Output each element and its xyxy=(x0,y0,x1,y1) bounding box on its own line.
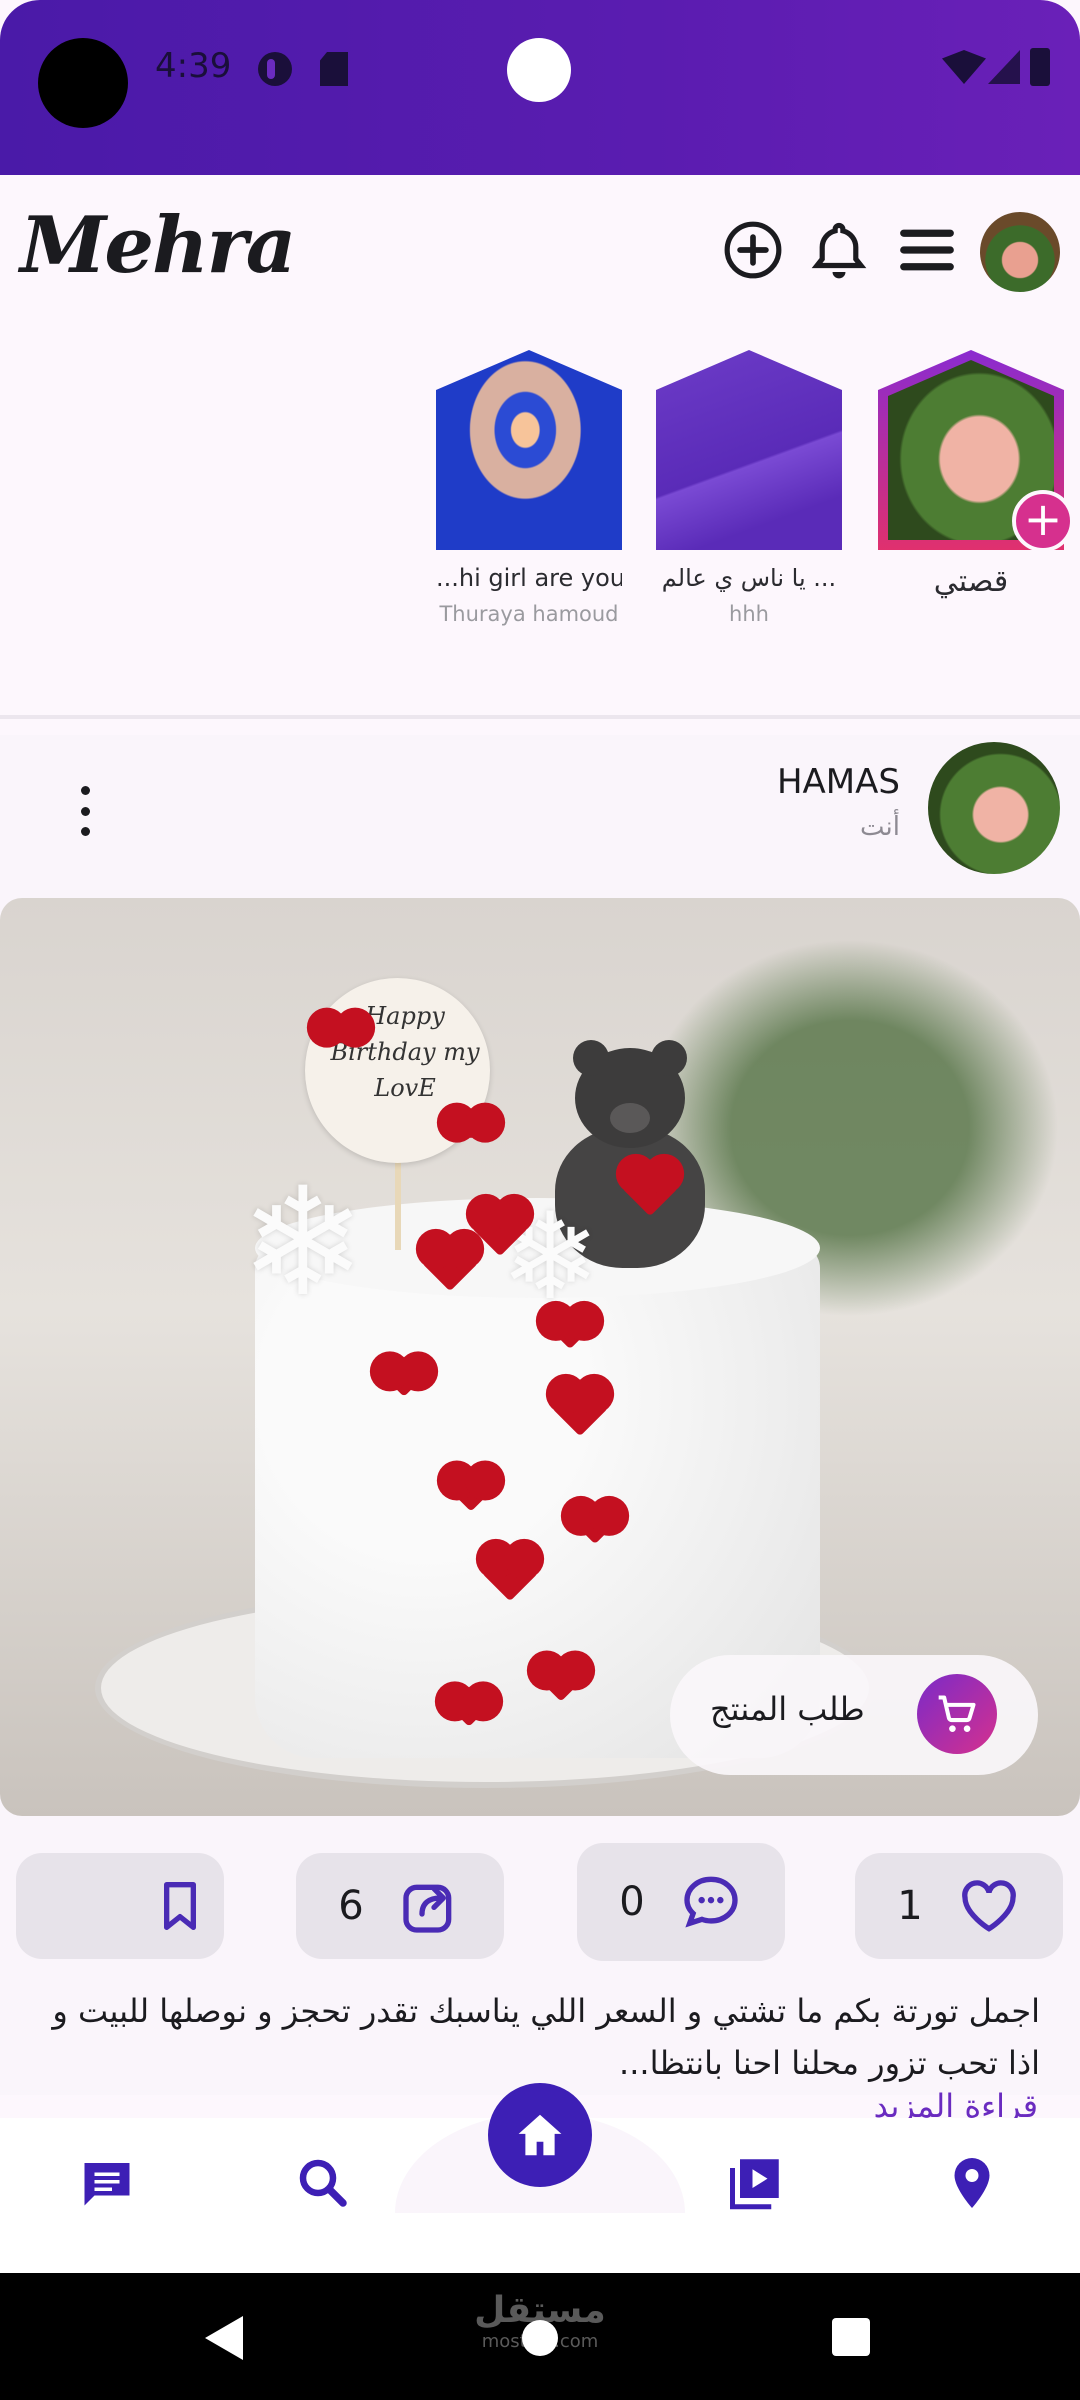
post-more-options-button[interactable] xyxy=(70,786,100,836)
heart-decoration xyxy=(455,1108,487,1140)
story-caption: ...hi girl are you xyxy=(436,564,622,592)
story-item[interactable]: ...hi girl are you Thuraya hamoud xyxy=(436,350,622,626)
battery-icon xyxy=(1030,48,1050,86)
recents-button[interactable] xyxy=(832,2318,870,2356)
comment-count: 0 xyxy=(619,1879,645,1925)
cart-icon xyxy=(938,1695,976,1732)
bear-ear xyxy=(573,1040,609,1076)
dot-icon xyxy=(80,786,90,795)
share-count: 6 xyxy=(338,1883,364,1929)
data-saver-icon xyxy=(258,52,292,86)
camera-cutout xyxy=(38,38,128,128)
dot-icon xyxy=(80,827,90,836)
nav-messages[interactable] xyxy=(72,2148,142,2218)
search-icon xyxy=(299,2159,347,2207)
order-product-icon-button[interactable] xyxy=(917,1674,997,1754)
notifications-button[interactable] xyxy=(804,215,874,285)
share-icon xyxy=(403,1884,452,1933)
dot-icon xyxy=(80,806,90,816)
story-item-mine[interactable]: + قصتي xyxy=(878,350,1074,599)
post-caption: اجمل تورتة بكم ما تشتي و السعر اللي يناس… xyxy=(52,1992,1040,2082)
bell-icon xyxy=(811,222,867,279)
heart-decoration xyxy=(325,1013,357,1045)
status-bar: 4:39 xyxy=(0,0,1080,175)
story-caption: قصتي xyxy=(933,564,1009,599)
save-button[interactable] xyxy=(16,1853,224,1959)
heart-decoration xyxy=(449,1687,489,1727)
nav-location[interactable] xyxy=(937,2148,1007,2218)
order-product-label[interactable]: طلب المنتج xyxy=(710,1690,865,1728)
add-post-button[interactable] xyxy=(718,215,788,285)
menu-button[interactable] xyxy=(892,215,962,285)
back-button[interactable] xyxy=(205,2316,243,2360)
story-item[interactable]: يا ناس ي عالم ... hhh xyxy=(656,350,842,626)
divider xyxy=(0,715,1080,719)
plus-circle-icon xyxy=(724,221,782,279)
video-library-icon xyxy=(730,2159,779,2210)
topper-stick xyxy=(395,1160,401,1250)
story-thumbnail xyxy=(436,350,622,550)
home-icon xyxy=(518,2114,562,2156)
snowflake-decoration: ❄ xyxy=(240,1156,366,1330)
bookmark-icon xyxy=(164,1882,196,1930)
comment-button[interactable]: 0 xyxy=(577,1843,785,1961)
status-time: 4:39 xyxy=(155,46,232,86)
comment-icon xyxy=(684,1876,738,1928)
like-button[interactable]: 1 xyxy=(855,1853,1063,1959)
post-time: أنت xyxy=(860,812,900,842)
signal-icon xyxy=(988,50,1020,84)
like-count: 1 xyxy=(897,1883,923,1929)
story-author: Thuraya hamoud xyxy=(439,602,619,626)
profile-avatar[interactable] xyxy=(980,212,1060,292)
post-author-name[interactable]: HAMAS xyxy=(777,762,900,802)
bear-ear xyxy=(651,1040,687,1076)
nav-home[interactable] xyxy=(488,2083,592,2187)
post-author-avatar[interactable] xyxy=(928,742,1060,874)
sd-card-icon xyxy=(320,52,348,86)
home-button[interactable] xyxy=(522,2320,558,2356)
chat-icon xyxy=(84,2163,130,2206)
location-pin-icon xyxy=(954,2158,990,2208)
heart-decoration xyxy=(384,1357,424,1397)
app-logo: Mehra xyxy=(20,200,296,291)
hamburger-icon xyxy=(900,229,954,271)
heart-icon xyxy=(961,1880,1016,1932)
story-thumbnail xyxy=(656,350,842,550)
nav-videos[interactable] xyxy=(720,2148,790,2218)
wifi-icon xyxy=(942,50,986,84)
story-author: hhh xyxy=(729,602,769,626)
nav-search[interactable] xyxy=(288,2148,358,2218)
add-story-button[interactable]: + xyxy=(1012,490,1074,552)
bear-muzzle xyxy=(610,1103,650,1133)
share-button[interactable]: 6 xyxy=(296,1853,504,1959)
front-camera-icon xyxy=(507,38,571,102)
story-caption: يا ناس ي عالم ... xyxy=(661,564,837,592)
